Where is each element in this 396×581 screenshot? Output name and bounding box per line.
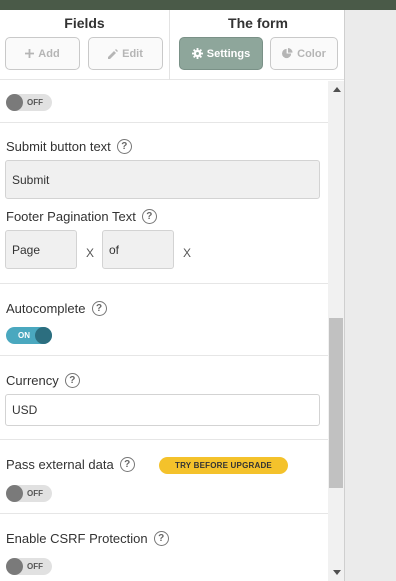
vertical-scrollbar[interactable] <box>328 81 344 581</box>
currency-row: Currency ? USD <box>0 356 328 440</box>
help-icon[interactable]: ? <box>116 139 132 154</box>
scrollbar-thumb[interactable] <box>329 318 343 488</box>
help-icon[interactable]: ? <box>119 457 135 472</box>
pagination-separator: X <box>183 246 192 260</box>
submit-button-text-label-text: Submit button text <box>6 139 111 154</box>
pass-external-data-label: Pass external data ? <box>6 457 135 472</box>
right-background <box>346 10 396 581</box>
add-button[interactable]: Add <box>5 37 80 70</box>
edit-button[interactable]: Edit <box>88 37 163 70</box>
submit-pagination-row: Submit button text ? Submit Footer Pagin… <box>0 123 328 284</box>
toggle-state: OFF <box>27 98 43 107</box>
toggle-state: OFF <box>27 489 43 498</box>
currency-input[interactable]: USD <box>5 394 320 426</box>
form-title: The form <box>228 15 288 31</box>
color-button-label: Color <box>297 47 326 60</box>
toggle-state: OFF <box>27 562 43 571</box>
toggle-knob <box>6 485 23 502</box>
toggle-knob <box>6 558 23 575</box>
toggle-state: ON <box>18 331 30 340</box>
autocomplete-toggle[interactable]: ON <box>6 327 52 344</box>
currency-label: Currency ? <box>6 373 80 388</box>
triangle-down-icon <box>332 570 341 575</box>
top-bar <box>0 0 396 10</box>
csrf-toggle[interactable]: OFF <box>6 558 52 575</box>
fields-column: Fields Add Edit <box>0 10 170 80</box>
autocomplete-label-text: Autocomplete <box>6 301 86 316</box>
pass-external-data-row: Pass external data ? TRY BEFORE UPGRADE … <box>0 440 328 514</box>
csrf-row: Enable CSRF Protection ? OFF <box>0 514 328 581</box>
pagination-separator: X <box>86 246 95 260</box>
color-button[interactable]: Color <box>270 37 338 70</box>
help-icon[interactable]: ? <box>153 531 169 546</box>
pass-external-data-label-text: Pass external data <box>6 457 114 472</box>
footer-pagination-label-text: Footer Pagination Text <box>6 209 136 224</box>
pagination-page-input[interactable]: Page <box>5 230 77 269</box>
help-icon[interactable]: ? <box>141 209 157 224</box>
settings-button[interactable]: Settings <box>179 37 263 70</box>
form-builder-panel: Fields Add Edit The form Settings Color … <box>0 10 345 581</box>
help-icon[interactable]: ? <box>91 301 107 316</box>
scroll-up-arrow[interactable] <box>328 81 344 98</box>
csrf-label-text: Enable CSRF Protection <box>6 531 148 546</box>
footer-pagination-label: Footer Pagination Text ? <box>6 209 157 224</box>
autocomplete-row: Autocomplete ? ON <box>0 284 328 356</box>
pencil-icon <box>108 48 119 59</box>
pagination-of-input[interactable]: of <box>102 230 174 269</box>
form-column: The form Settings Color <box>171 10 344 80</box>
top-toggle-row: OFF <box>0 81 328 123</box>
csrf-label: Enable CSRF Protection ? <box>6 531 169 546</box>
plus-icon <box>25 49 35 58</box>
pass-external-data-toggle[interactable]: OFF <box>6 485 52 502</box>
autocomplete-label: Autocomplete ? <box>6 301 107 316</box>
try-before-upgrade-badge[interactable]: TRY BEFORE UPGRADE <box>159 457 288 474</box>
toggle-knob <box>6 94 23 111</box>
gear-icon <box>191 48 203 59</box>
panel-header: Fields Add Edit The form Settings Color <box>0 10 344 80</box>
settings-content: OFF Submit button text ? Submit Footer P… <box>0 81 328 581</box>
settings-button-label: Settings <box>206 47 251 60</box>
help-icon[interactable]: ? <box>64 373 80 388</box>
scroll-down-arrow[interactable] <box>328 564 344 581</box>
toggle-knob <box>35 327 52 344</box>
top-toggle[interactable]: OFF <box>6 94 52 111</box>
fields-title: Fields <box>64 15 105 31</box>
triangle-up-icon <box>332 87 341 92</box>
edit-button-label: Edit <box>122 47 143 60</box>
add-button-label: Add <box>38 47 60 60</box>
currency-label-text: Currency <box>6 373 59 388</box>
submit-button-text-label: Submit button text ? <box>6 139 132 154</box>
submit-button-text-input[interactable]: Submit <box>5 160 320 199</box>
pie-chart-icon <box>282 48 293 59</box>
